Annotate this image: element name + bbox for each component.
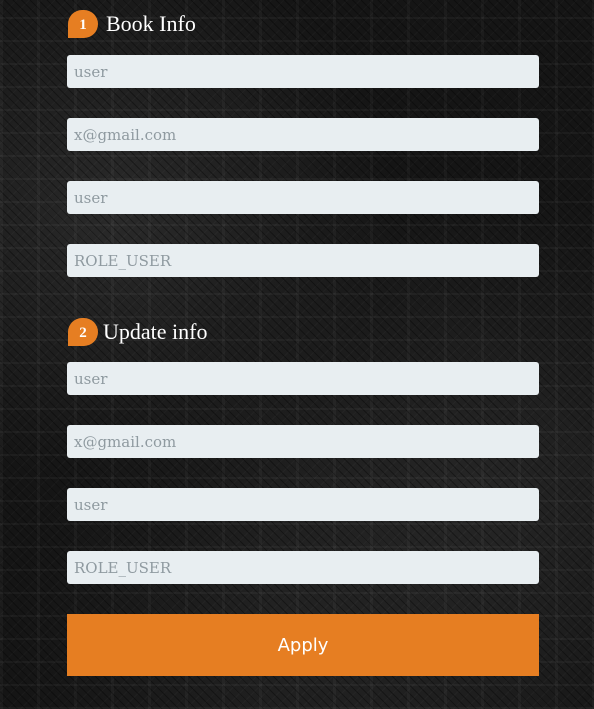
update-email-input[interactable] <box>67 425 539 458</box>
book-username-input[interactable] <box>67 55 539 88</box>
update-name-input[interactable] <box>67 488 539 521</box>
book-role-input[interactable] <box>67 244 539 277</box>
section-title-book-info: 1 Book Info <box>68 9 196 39</box>
section-heading: Update info <box>103 319 208 344</box>
section-title-update-info: 2 Update info <box>68 317 207 347</box>
step-number-badge: 2 <box>68 318 98 346</box>
step-number-badge: 1 <box>68 10 98 38</box>
section-heading: Book Info <box>106 11 196 36</box>
book-name-input[interactable] <box>67 181 539 214</box>
update-username-input[interactable] <box>67 362 539 395</box>
book-email-input[interactable] <box>67 118 539 151</box>
apply-button[interactable]: Apply <box>67 614 539 676</box>
update-role-input[interactable] <box>67 551 539 584</box>
